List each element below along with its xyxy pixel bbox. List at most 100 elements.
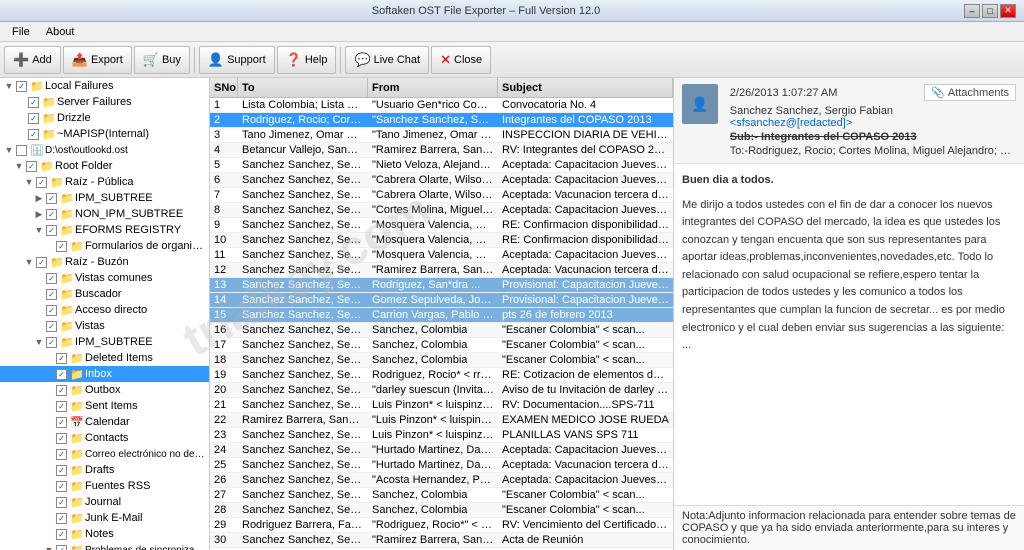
- col-header-to[interactable]: To: [238, 78, 368, 97]
- sidebar-item-eforms[interactable]: ▼ 📁 EFORMS REGISTRY: [0, 222, 209, 238]
- checkbox-icon[interactable]: [28, 129, 39, 140]
- email-row[interactable]: 27 Sanchez Sanchez, Sergio F... Sanchez,…: [210, 488, 673, 503]
- checkbox-icon[interactable]: [56, 513, 67, 524]
- preview-from-email[interactable]: <sfsanchez@[redacted]>: [730, 117, 852, 129]
- email-row[interactable]: 6 Sanchez Sanchez, Sergio F... "Cabrera …: [210, 173, 673, 188]
- sidebar-item-raiz-buzon[interactable]: ▼ 📁 Raíz - Buzón: [0, 254, 209, 270]
- email-row[interactable]: 2 Rodriguez, Rocio; Cortes ... "Sanchez …: [210, 113, 673, 128]
- menu-file[interactable]: File: [4, 24, 38, 40]
- support-button[interactable]: 👤 Support: [199, 46, 275, 74]
- email-row[interactable]: 24 Sanchez Sanchez, Sergio F... "Hurtado…: [210, 443, 673, 458]
- buy-button[interactable]: 🛒 Buy: [134, 46, 190, 74]
- sidebar-item-deleted-items[interactable]: 📁 Deleted Items: [0, 350, 209, 366]
- email-row[interactable]: 25 Sanchez Sanchez, Sergio F... "Hurtado…: [210, 458, 673, 473]
- checkbox-icon[interactable]: [46, 321, 57, 332]
- sidebar-item-drizzle[interactable]: 📁 Drizzle: [0, 110, 209, 126]
- maximize-button[interactable]: □: [982, 4, 998, 18]
- col-header-subject[interactable]: Subject: [498, 78, 673, 97]
- email-row[interactable]: 10 Sanchez Sanchez, Sergio F... "Mosquer…: [210, 233, 673, 248]
- help-button[interactable]: ❓ Help: [277, 46, 337, 74]
- email-row[interactable]: 15 Sanchez Sanchez, Sergio F... Carrion …: [210, 308, 673, 323]
- sidebar-item-ipm-subtree2[interactable]: ▼ 📁 IPM_SUBTREE: [0, 334, 209, 350]
- email-row[interactable]: 11 Sanchez Sanchez, Sergio F... "Mosquer…: [210, 248, 673, 263]
- sidebar-item-notes[interactable]: 📁 Notes: [0, 526, 209, 542]
- checkbox-icon[interactable]: [46, 305, 57, 316]
- checkbox-icon[interactable]: [46, 193, 57, 204]
- menu-about[interactable]: About: [38, 24, 83, 40]
- email-row[interactable]: 7 Sanchez Sanchez, Sergio F... "Cabrera …: [210, 188, 673, 203]
- checkbox-icon[interactable]: [56, 545, 67, 550]
- checkbox-icon[interactable]: [56, 417, 67, 428]
- sidebar-item-drafts[interactable]: 📁 Drafts: [0, 462, 209, 478]
- email-row[interactable]: 21 Sanchez Sanchez, Sergio F... Luis Pin…: [210, 398, 673, 413]
- close-button[interactable]: ✕ Close: [431, 46, 491, 74]
- sidebar-item-local-failures[interactable]: ▼ 📁 Local Failures: [0, 78, 209, 94]
- checkbox-icon[interactable]: [56, 433, 67, 444]
- sidebar-item-root-folder[interactable]: ▼ 📁 Root Folder: [0, 158, 209, 174]
- add-button[interactable]: ➕ Add: [4, 46, 61, 74]
- close-window-button[interactable]: ✕: [1000, 4, 1016, 18]
- email-row[interactable]: 22 Ramirez Barrera, Sandra ... "Luis Pin…: [210, 413, 673, 428]
- checkbox-icon[interactable]: [46, 273, 57, 284]
- preview-attachments[interactable]: 📎 Attachments: [924, 84, 1016, 101]
- sidebar-item-acceso-directo[interactable]: 📁 Acceso directo: [0, 302, 209, 318]
- sidebar-item-sent-items[interactable]: 📁 Sent Items: [0, 398, 209, 414]
- sidebar-item-server-failures[interactable]: 📁 Server Failures: [0, 94, 209, 110]
- email-row[interactable]: 1 Lista Colombia; Lista Co... "Usuario G…: [210, 98, 673, 113]
- checkbox-icon[interactable]: [16, 145, 27, 156]
- sidebar-item-buscador[interactable]: 📁 Buscador: [0, 286, 209, 302]
- email-row[interactable]: 4 Betancur Vallejo, Sandra ... "Ramirez …: [210, 143, 673, 158]
- sidebar-item-ipm-subtree[interactable]: ▶ 📁 IPM_SUBTREE: [0, 190, 209, 206]
- checkbox-icon[interactable]: [56, 465, 67, 476]
- export-button[interactable]: 📤 Export: [63, 46, 132, 74]
- minimize-button[interactable]: –: [964, 4, 980, 18]
- sidebar-item-ost-file[interactable]: ▼ 🗄 D:\ost\outlookd.ost: [0, 142, 209, 158]
- col-header-sno[interactable]: SNo: [210, 78, 238, 97]
- email-row[interactable]: 18 Sanchez Sanchez, Sergio F... Sanchez,…: [210, 353, 673, 368]
- checkbox-icon[interactable]: [56, 497, 67, 508]
- email-row[interactable]: 5 Sanchez Sanchez, Sergio F... "Nieto Ve…: [210, 158, 673, 173]
- sidebar-item-raiz-publica[interactable]: ▼ 📁 Raíz - Pública: [0, 174, 209, 190]
- email-row[interactable]: 23 Sanchez Sanchez, Sergio F... Luis Pin…: [210, 428, 673, 443]
- email-row[interactable]: 19 Sanchez Sanchez, Sergio F... Rodrigue…: [210, 368, 673, 383]
- checkbox-icon[interactable]: [46, 337, 57, 348]
- email-row[interactable]: 17 Sanchez Sanchez, Sergio F... Sanchez,…: [210, 338, 673, 353]
- email-row[interactable]: 14 Sanchez Sanchez, Sergio F... Gomez Se…: [210, 293, 673, 308]
- col-header-from[interactable]: From: [368, 78, 498, 97]
- email-row[interactable]: 3 Tano Jimenez, Omar De ... "Tano Jimene…: [210, 128, 673, 143]
- sidebar-item-vistas-comunes[interactable]: 📁 Vistas comunes: [0, 270, 209, 286]
- checkbox-icon[interactable]: [56, 385, 67, 396]
- sidebar-item-correo[interactable]: 📁 Correo electrónico no dese...: [0, 446, 209, 462]
- sidebar-item-non-ipm-subtree[interactable]: ▶ 📁 NON_IPM_SUBTREE: [0, 206, 209, 222]
- sidebar-item-inbox[interactable]: 📁 Inbox: [0, 366, 209, 382]
- sidebar-item-vistas[interactable]: 📁 Vistas: [0, 318, 209, 334]
- checkbox-icon[interactable]: [46, 209, 57, 220]
- checkbox-icon[interactable]: [36, 257, 47, 268]
- sidebar-item-contacts[interactable]: 📁 Contacts: [0, 430, 209, 446]
- email-row[interactable]: 28 Sanchez Sanchez, Sergio F... Sanchez,…: [210, 503, 673, 518]
- checkbox-icon[interactable]: [28, 113, 39, 124]
- email-row[interactable]: 9 Sanchez Sanchez, Sergio F... "Mosquera…: [210, 218, 673, 233]
- checkbox-icon[interactable]: [56, 449, 67, 460]
- checkbox-icon[interactable]: [56, 529, 67, 540]
- checkbox-icon[interactable]: [26, 161, 37, 172]
- sidebar-item-journal[interactable]: 📁 Journal: [0, 494, 209, 510]
- sidebar-item-junk-email[interactable]: 📁 Junk E-Mail: [0, 510, 209, 526]
- sidebar-item-formularios[interactable]: 📁 Formularios de organiza...: [0, 238, 209, 254]
- email-row[interactable]: 16 Sanchez Sanchez, Sergio F... Sanchez,…: [210, 323, 673, 338]
- checkbox-icon[interactable]: [56, 369, 67, 380]
- checkbox-icon[interactable]: [46, 225, 57, 236]
- email-row[interactable]: 26 Sanchez Sanchez, Sergio F... "Acosta …: [210, 473, 673, 488]
- email-row[interactable]: 12 Sanchez Sanchez, Sergio F... "Ramirez…: [210, 263, 673, 278]
- checkbox-icon[interactable]: [36, 177, 47, 188]
- sidebar-item-outbox[interactable]: 📁 Outbox: [0, 382, 209, 398]
- email-row[interactable]: 30 Sanchez Sanchez, Sergio F... "Ramirez…: [210, 533, 673, 548]
- checkbox-icon[interactable]: [16, 81, 27, 92]
- sidebar-item-mapisp[interactable]: 📁 ~MAPISP(Internal): [0, 126, 209, 142]
- sidebar-item-calendar[interactable]: 📅 Calendar: [0, 414, 209, 430]
- checkbox-icon[interactable]: [56, 401, 67, 412]
- sidebar-item-fuentes-rss[interactable]: 📁 Fuentes RSS: [0, 478, 209, 494]
- livechat-button[interactable]: 💬 Live Chat: [345, 46, 429, 74]
- email-row[interactable]: 8 Sanchez Sanchez, Sergio F... "Cortes M…: [210, 203, 673, 218]
- email-row[interactable]: 29 Rodriguez Barrera, Fabio "Rodriguez, …: [210, 518, 673, 533]
